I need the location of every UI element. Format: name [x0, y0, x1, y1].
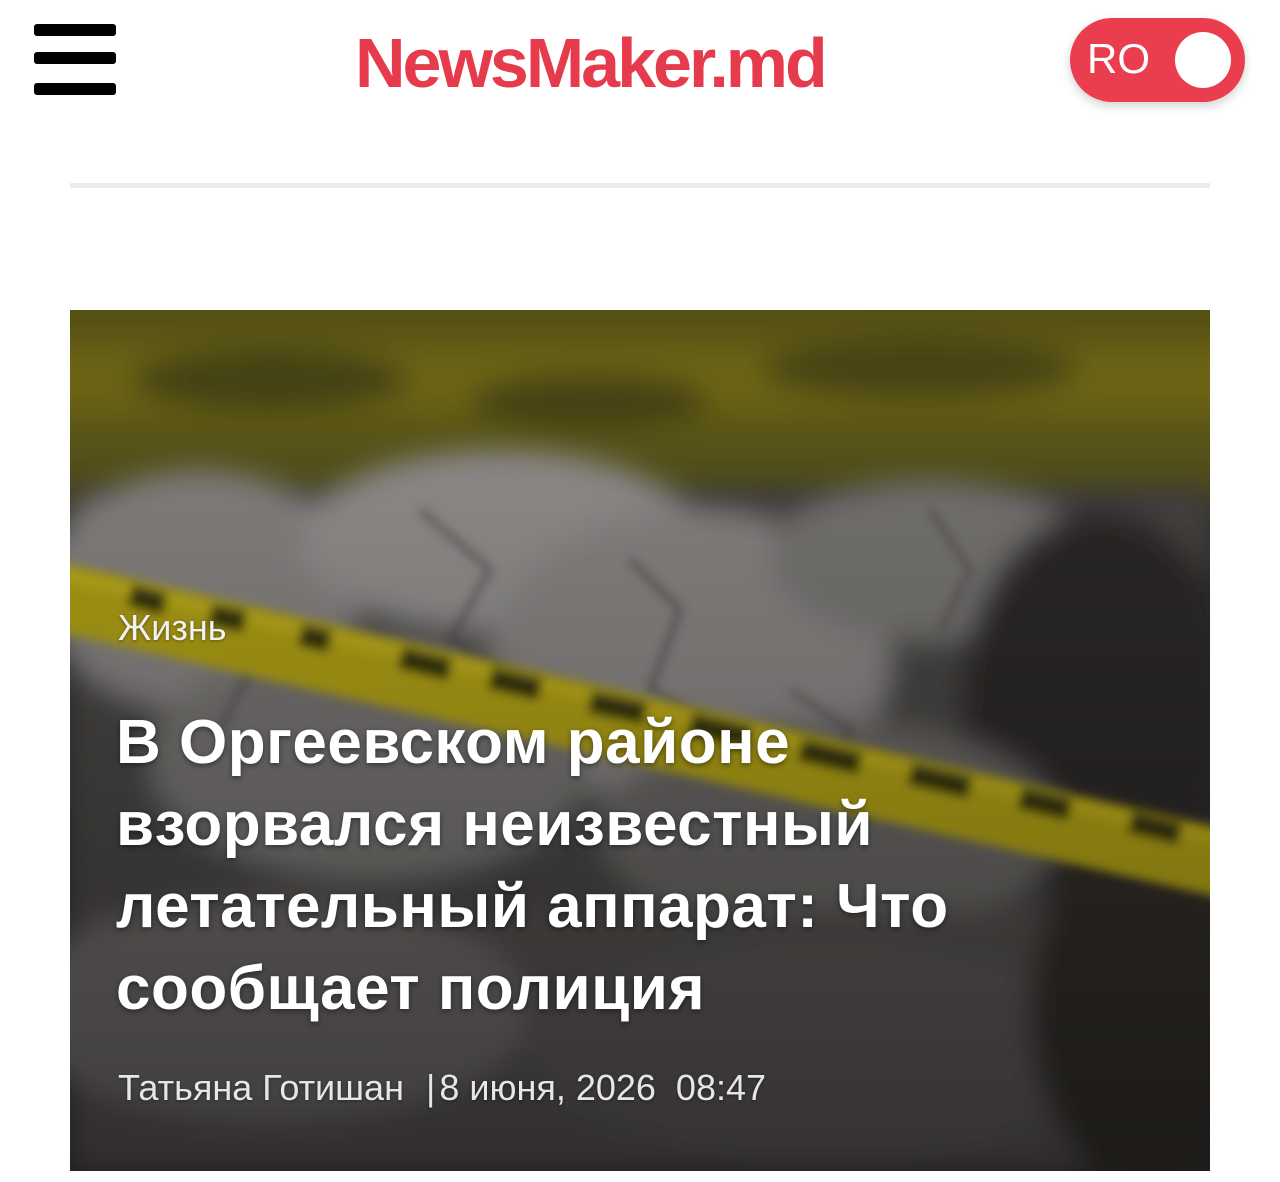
article-headline[interactable]: В Оргеевском районе взорвался неизвестны…	[116, 702, 1056, 1030]
hamburger-menu-icon[interactable]	[34, 24, 118, 98]
article-author[interactable]: Татьяна Готишан	[118, 1067, 404, 1108]
meta-separator: |	[425, 1067, 436, 1108]
article-meta: Татьяна Готишан | 8 июня, 2026 08:47	[118, 1070, 766, 1106]
site-logo[interactable]: NewsMaker.md	[355, 28, 828, 98]
article-time: 08:47	[675, 1067, 767, 1108]
language-label: RO	[1087, 35, 1150, 82]
menu-bar	[34, 52, 116, 64]
page: NewsMaker.md RO Жизнь В Оргеевском район…	[0, 0, 1280, 1182]
site-header: NewsMaker.md RO	[0, 0, 1280, 140]
header-divider	[70, 183, 1210, 188]
article-date: 8 июня, 2026	[439, 1067, 656, 1108]
language-toggle[interactable]: RO	[1070, 18, 1245, 102]
featured-article-card[interactable]: Жизнь В Оргеевском районе взорвался неиз…	[70, 310, 1210, 1171]
menu-bar	[34, 24, 116, 36]
article-category[interactable]: Жизнь	[118, 610, 227, 646]
toggle-knob	[1175, 32, 1231, 88]
menu-bar	[34, 83, 116, 95]
